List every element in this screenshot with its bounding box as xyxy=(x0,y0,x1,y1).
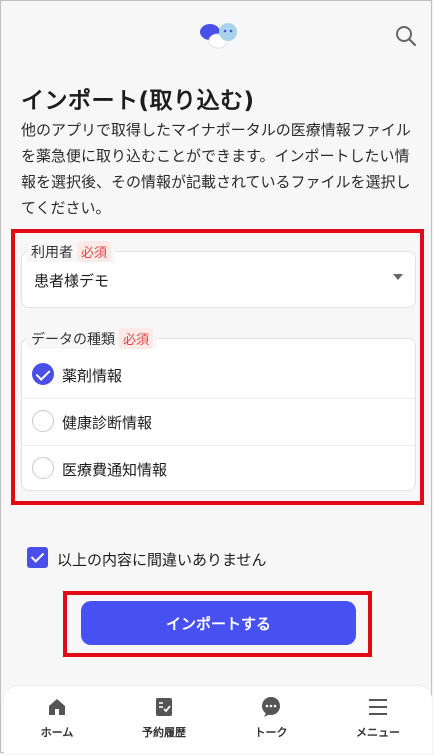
data-type-label-text: データの種類 xyxy=(31,332,115,348)
nav-label-menu: メニュー xyxy=(356,726,400,739)
menu-icon xyxy=(369,699,387,715)
required-badge: 必須 xyxy=(77,241,112,262)
nav-item-menu[interactable]: メニュー xyxy=(333,696,423,740)
top-bar xyxy=(1,1,434,71)
user-field-label: 利用者 必須 xyxy=(27,241,116,262)
home-icon xyxy=(49,699,65,715)
data-type-field-label: データの種類 必須 xyxy=(27,328,158,349)
nav-label-reservation-history: 予約履歴 xyxy=(142,726,186,739)
reservation-history-icon xyxy=(156,698,172,716)
option-medication-info[interactable]: 薬剤情報 xyxy=(22,352,415,398)
nav-item-reservation-history[interactable]: 予約履歴 xyxy=(119,696,209,740)
confirm-label: 以上の内容に間違いありません xyxy=(57,551,267,569)
checked-circle-icon[interactable] xyxy=(32,363,54,385)
user-select-value: 患者様デモ xyxy=(34,272,110,290)
option-medical-expense-info[interactable]: 医療費通知情報 xyxy=(22,446,415,492)
option-label: 薬剤情報 xyxy=(62,367,123,385)
search-icon[interactable] xyxy=(393,23,419,49)
nav-label-home: ホーム xyxy=(40,726,74,739)
nav-label-chat: トーク xyxy=(254,726,288,739)
option-health-checkup-info[interactable]: 健康診断情報 xyxy=(22,399,415,445)
page-description: 他のアプリで取得したマイナポータルの医療情報ファイルを薬急便に取り込むことができ… xyxy=(21,121,411,217)
unchecked-circle-icon[interactable] xyxy=(32,457,54,479)
required-badge: 必須 xyxy=(119,328,154,349)
app-frame: インポート(取り込む) 他のアプリで取得したマイナポータルの医療情報ファイルを薬… xyxy=(0,0,434,754)
confirm-checkbox[interactable] xyxy=(27,547,48,568)
import-button[interactable]: インポートする xyxy=(81,601,356,645)
chat-icon xyxy=(262,697,280,717)
data-type-options: 薬剤情報 健康診断情報 医療費通知情報 xyxy=(21,338,416,491)
chevron-down-icon xyxy=(393,274,403,280)
option-label: 医療費通知情報 xyxy=(62,461,168,479)
nav-item-chat[interactable]: トーク xyxy=(226,696,316,740)
nav-item-home[interactable]: ホーム xyxy=(12,696,102,740)
page-title: インポート(取り込む) xyxy=(21,88,255,114)
user-label-text: 利用者 xyxy=(31,245,73,261)
unchecked-circle-icon[interactable] xyxy=(32,410,54,432)
option-label: 健康診断情報 xyxy=(62,414,153,432)
app-logo-icon[interactable] xyxy=(197,19,241,53)
bottom-nav: ホーム 予約履歴 トーク メニュー xyxy=(4,685,432,754)
